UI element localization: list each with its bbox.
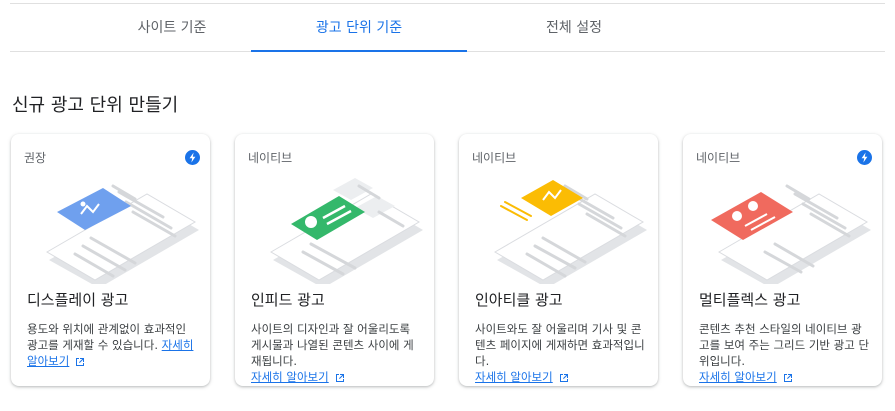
external-link-icon[interactable] [559,373,569,383]
tab-bar: 사이트 기준 광고 단위 기준 전체 설정 [10,4,885,52]
in-feed-ad-card[interactable]: 네이티브 인피드 광고 사이트의 디자인과 잘 어울리도록 게시물과 나열된 콘… [235,134,434,386]
external-link-icon[interactable] [335,373,345,383]
card-title: 디스플레이 광고 [27,291,129,309]
in-feed-ad-illustration [270,178,423,284]
external-link-icon[interactable] [75,357,85,367]
card-title: 인피드 광고 [251,291,325,309]
card-description: 콘텐츠 추천 스타일의 네이티브 광고를 보여 주는 그리드 기반 광고 단위입… [699,322,870,384]
tab-by-site[interactable]: 사이트 기준 [84,4,260,51]
card-tag: 네이티브 [248,151,293,165]
card-description: 사이트의 디자인과 잘 어울리도록 게시물과 나열된 콘텐츠 사이에 게재됩니다… [251,322,414,384]
multiplex-ad-card[interactable]: 네이티브 멀티플렉스 광고 콘텐츠 추천 스타일의 네이티브 광고를 보여 주는… [683,134,882,386]
bolt-icon [185,150,200,165]
in-article-ad-illustration [494,180,647,284]
card-title: 인아티클 광고 [475,291,563,309]
in-article-ad-card[interactable]: 네이티브 인아티클 광고 사이트와도 잘 어울리며 기사 및 콘텐츠 페이지에 … [459,134,658,386]
multiplex-ad-illustration [711,184,871,284]
card-tag: 네이티브 [696,151,741,165]
tab-by-ad-unit[interactable]: 광고 단위 기준 [251,4,467,52]
card-title: 멀티플렉스 광고 [699,291,801,309]
card-description: 사이트와도 잘 어울리며 기사 및 콘텐츠 페이지에 게재하면 효과적입니다. … [475,322,645,384]
card-tag: 권장 [24,151,47,165]
display-ad-illustration [46,184,199,284]
card-description: 용도와 위치에 관계없이 효과적인 광고를 게재할 수 있습니다. 자세히 알아… [27,322,194,368]
learn-more-link[interactable]: 자세히 알아보기 [699,370,777,384]
learn-more-link[interactable]: 자세히 알아보기 [475,370,553,384]
learn-more-link[interactable]: 자세히 알아보기 [251,370,329,384]
page-title: 신규 광고 단위 만들기 [12,95,179,116]
bolt-icon [857,150,872,165]
tab-global-settings[interactable]: 전체 설정 [486,4,662,51]
display-ad-card[interactable]: 권장 디스플레이 광고 용도와 위치에 관계없이 효과적인 광고를 게재할 수 … [11,134,210,386]
external-link-icon[interactable] [783,373,793,383]
card-tag: 네이티브 [472,151,517,165]
